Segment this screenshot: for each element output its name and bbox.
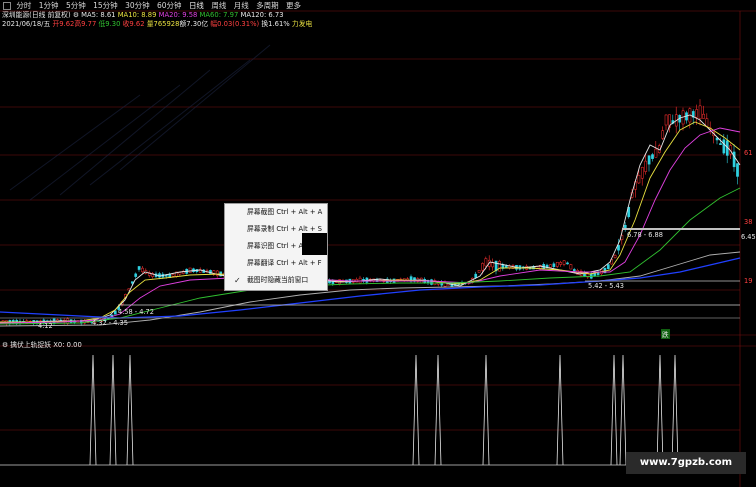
candle-body: [137, 266, 141, 270]
candle-body: [552, 263, 556, 268]
price-levels: [0, 228, 740, 319]
indicator-spike: [126, 354, 134, 466]
indicator-spike: [482, 354, 490, 466]
level-box-2: 5.42 - 5.43: [588, 282, 624, 290]
candle-body: [613, 255, 617, 258]
menu-occluder: [302, 233, 327, 255]
candle-body: [644, 160, 648, 172]
checkmark-icon: ✓: [234, 276, 241, 285]
candle-body: [188, 267, 192, 273]
candle-body: [722, 139, 726, 154]
candle-body: [113, 310, 117, 315]
axis-label-3: 6.45: [741, 233, 756, 241]
candle-body: [661, 130, 665, 139]
background-texture: [9, 44, 271, 201]
candle-body: [637, 175, 641, 184]
candle-body: [569, 264, 573, 270]
candle-body: [719, 143, 722, 145]
menu-item-hide-window-label: 截图时隐藏当前窗口: [247, 276, 309, 284]
candle-body: [134, 273, 138, 277]
indicator-spike: [619, 354, 627, 466]
indicator-spike: [434, 354, 442, 466]
candle-body: [736, 163, 739, 177]
low-label: 4.12: [38, 322, 53, 330]
signal-badge: 跌: [661, 329, 670, 339]
candle-body: [555, 262, 559, 267]
indicator-spike: [109, 354, 117, 466]
long-ma-line: [0, 257, 741, 319]
candle-body: [498, 261, 501, 272]
level-box-1: 6.78 - 6.88: [627, 231, 663, 239]
indicator-name: 擒伏上轨捉妖 X0: 0.00: [10, 341, 82, 349]
indicator-spike: [671, 354, 679, 466]
candle-body: [178, 272, 182, 275]
candle-body: [430, 279, 433, 285]
candle-body: [572, 269, 576, 272]
candle-body: [559, 262, 563, 265]
menu-item-hide-window[interactable]: ✓ 截图时隐藏当前窗口: [225, 272, 327, 289]
menu-item-screenshot[interactable]: 屏幕截图 Ctrl + Alt + A: [225, 204, 327, 221]
ma5-line: [0, 114, 741, 323]
candle-body: [474, 273, 478, 278]
candle-body: [481, 263, 484, 271]
ma-lines: [0, 114, 741, 327]
site-watermark: www.7gpzb.com: [626, 452, 746, 474]
candle-body: [504, 265, 508, 268]
candle-body: [698, 105, 702, 120]
candle-body: [651, 154, 654, 159]
indicator-spike: [556, 354, 564, 466]
candle-body: [705, 118, 709, 127]
indicator-spike: [610, 354, 618, 466]
axis-label-4: 19: [744, 277, 753, 285]
candle-body: [406, 278, 410, 281]
grid-lines: [0, 10, 756, 487]
candle-body: [664, 114, 668, 126]
level-box-3: 4.58 - 4.72: [118, 308, 154, 316]
candle-body: [549, 264, 552, 268]
candle-body: [477, 270, 481, 273]
candlestick-series: [1, 99, 739, 326]
level-box-4: 4.32 - 4.35: [92, 319, 128, 327]
candle-body: [732, 151, 736, 168]
candle-body: [141, 267, 144, 273]
indicator-label: ⚙ 擒伏上轨捉妖 X0: 0.00: [2, 339, 82, 349]
candle-body: [640, 167, 644, 179]
candle-body: [606, 264, 610, 270]
indicator-settings-icon[interactable]: ⚙: [2, 341, 8, 349]
candle-body: [562, 260, 566, 265]
menu-item-translate[interactable]: 屏幕翻译 Ctrl + Alt + F: [225, 255, 327, 272]
indicator-spike: [89, 354, 97, 466]
ma20-line: [0, 127, 741, 324]
candle-body: [171, 274, 175, 277]
candle-body: [695, 109, 699, 118]
indicator-spikes: [89, 354, 679, 466]
candle-body: [654, 148, 658, 158]
candle-body: [647, 155, 651, 165]
indicator-spike: [412, 354, 420, 466]
candle-body: [566, 262, 569, 265]
axis-label-1: 61: [744, 149, 753, 157]
indicator-spike: [656, 354, 664, 466]
candle-body: [484, 258, 488, 267]
candle-body: [702, 113, 705, 119]
kline-chart[interactable]: [0, 0, 756, 487]
axis-label-2: 38: [744, 218, 753, 226]
